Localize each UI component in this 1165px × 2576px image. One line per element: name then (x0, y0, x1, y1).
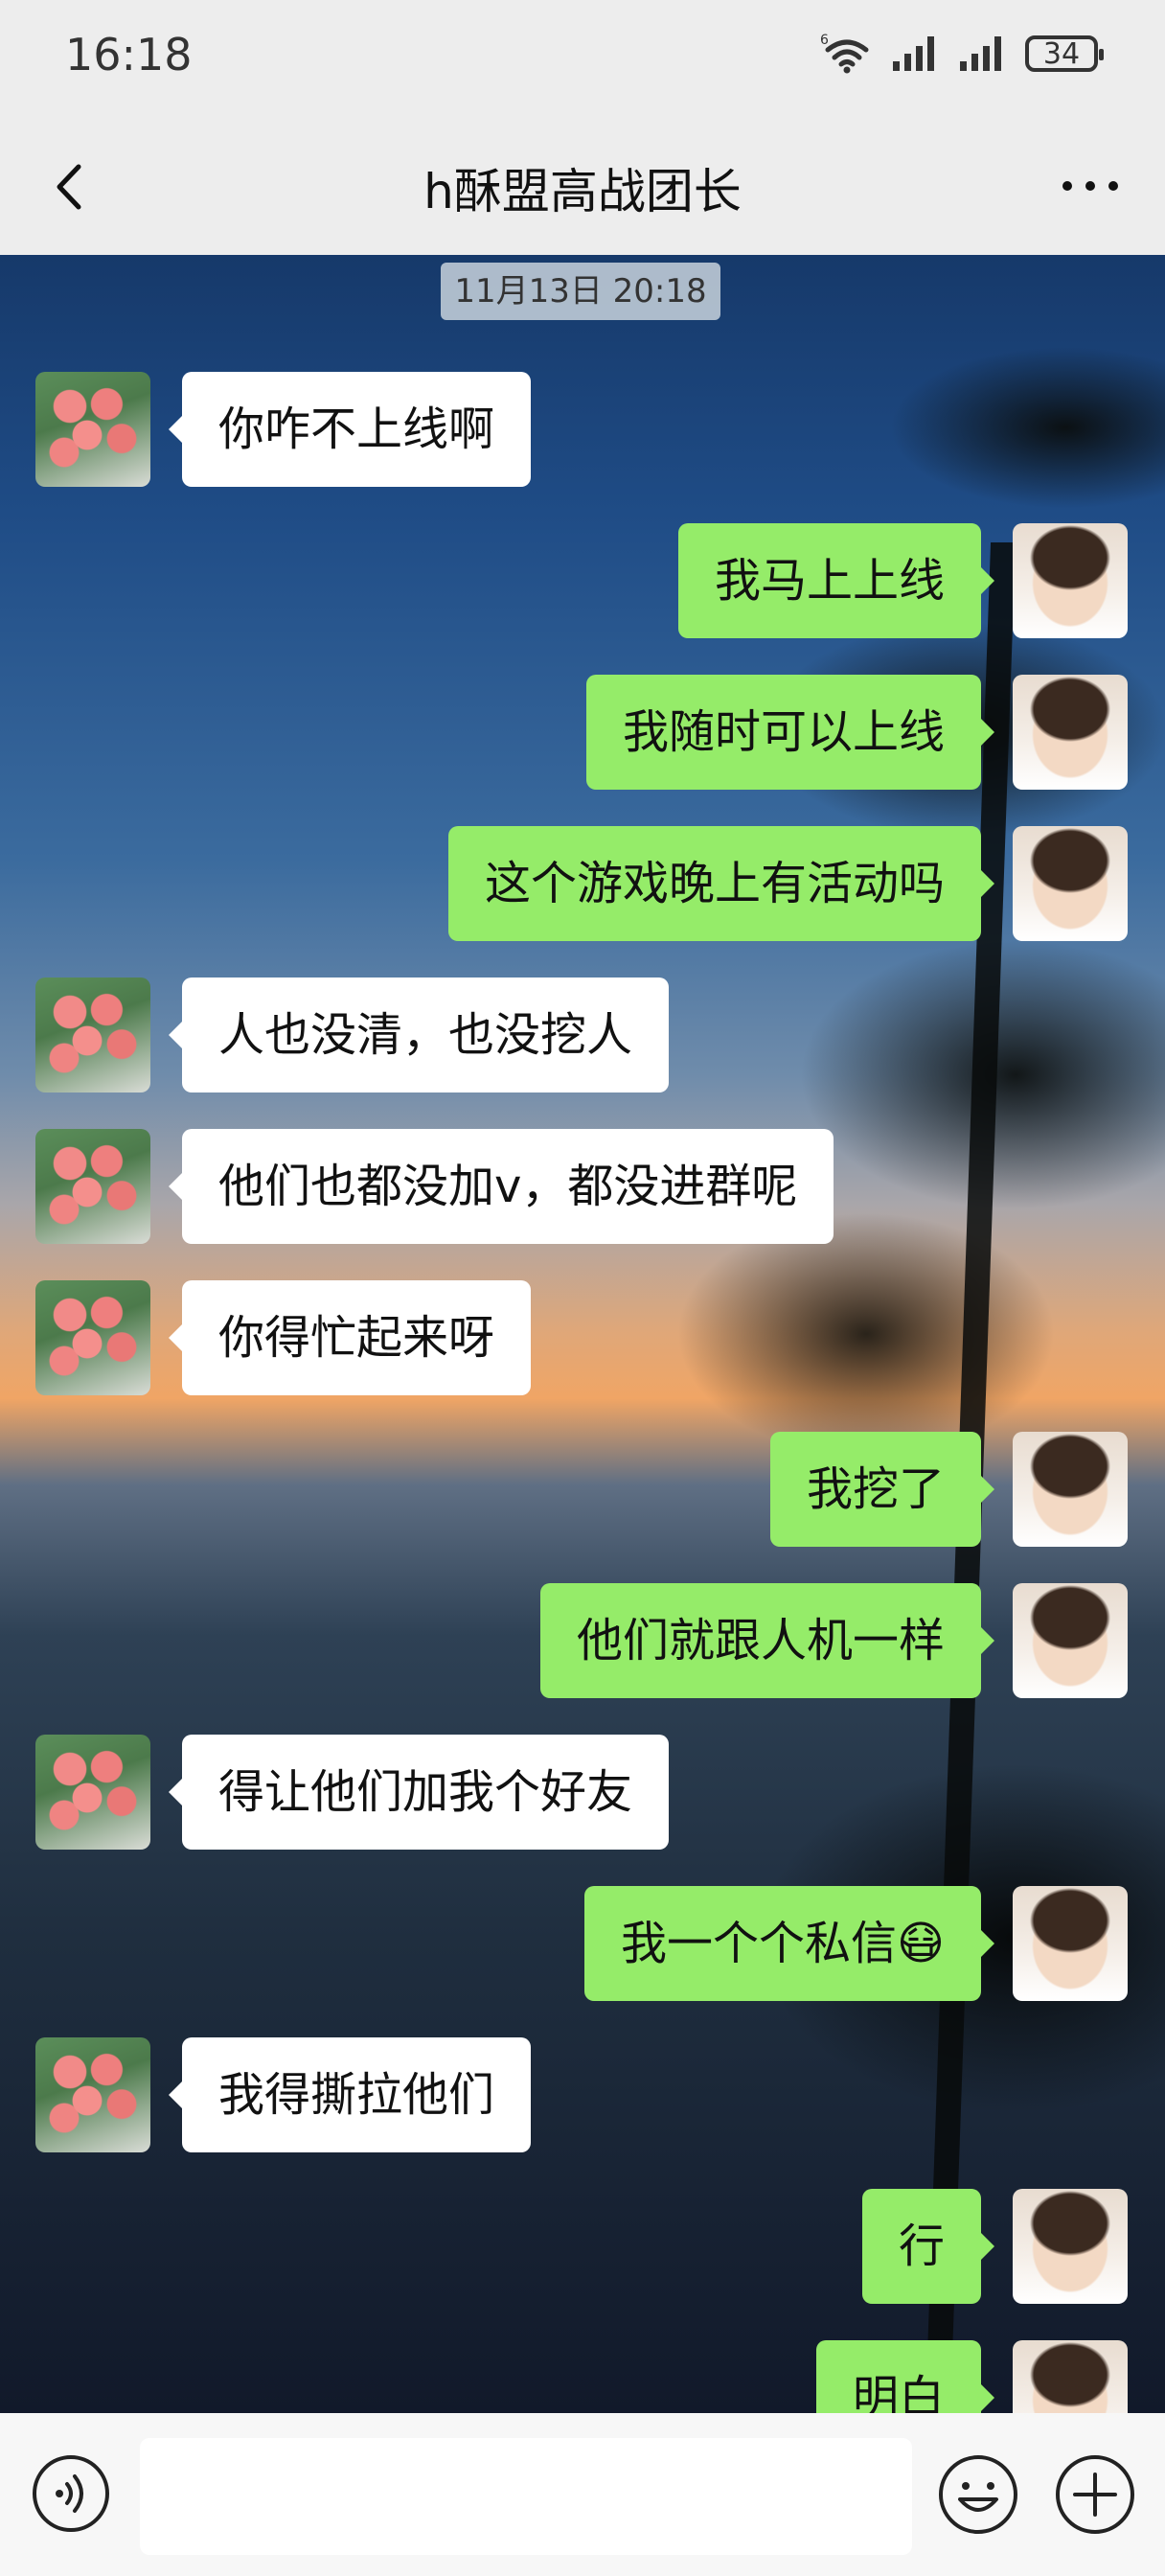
message-bubble-sent[interactable]: 明白 (815, 2340, 995, 2413)
message-row: 我一个个私信😷 (0, 1886, 1165, 2001)
self-avatar[interactable] (1013, 1583, 1128, 1698)
nav-bar: h酥盟高战团长 (0, 119, 1165, 255)
message-row: 得让他们加我个好友 (0, 1735, 1165, 1850)
plus-icon[interactable] (1054, 2453, 1136, 2536)
self-avatar[interactable] (1013, 826, 1128, 941)
contact-avatar[interactable] (35, 978, 150, 1092)
message-bubble-sent[interactable]: 我随时可以上线 (585, 675, 995, 790)
self-avatar[interactable] (1013, 1886, 1128, 2001)
status-time: 16:18 (65, 29, 193, 80)
message-row: 我马上上线 (0, 523, 1165, 638)
message-bubble-received[interactable]: 他们也都没加v，都没进群呢 (168, 1129, 834, 1244)
chat-title: h酥盟高战团长 (423, 164, 742, 219)
self-avatar[interactable] (1013, 2189, 1128, 2304)
message-bubble-sent[interactable]: 行 (861, 2189, 995, 2304)
signal-icon-1 (893, 36, 934, 71)
emoji-icon[interactable] (937, 2453, 1019, 2536)
input-bar (0, 2413, 1165, 2576)
message-bubble-received[interactable]: 得让他们加我个好友 (168, 1735, 670, 1850)
more-dots-icon[interactable] (1052, 157, 1129, 215)
contact-avatar[interactable] (35, 1129, 150, 1244)
chat-timestamp: 11月13日 20:18 (441, 263, 720, 320)
wifi-icon: 6 (820, 33, 869, 74)
battery-icon: 34 (1025, 35, 1104, 72)
message-row: 人也没清，也没挖人 (0, 978, 1165, 1092)
network-type-label: 6 (820, 33, 829, 48)
message-row: 你咋不上线啊 (0, 372, 1165, 487)
contact-avatar[interactable] (35, 1280, 150, 1395)
contact-avatar[interactable] (35, 1735, 150, 1850)
message-bubble-sent[interactable]: 我挖了 (769, 1432, 995, 1547)
message-row: 这个游戏晚上有活动吗 (0, 826, 1165, 941)
message-row: 他们就跟人机一样 (0, 1583, 1165, 1698)
message-row: 你得忙起来呀 (0, 1280, 1165, 1395)
contact-avatar[interactable] (35, 372, 150, 487)
message-bubble-sent[interactable]: 我一个个私信😷 (583, 1886, 995, 2001)
message-bubble-sent[interactable]: 我马上上线 (677, 523, 995, 638)
contact-avatar[interactable] (35, 2037, 150, 2152)
message-row: 我挖了 (0, 1432, 1165, 1547)
status-bar: 16:18 6 34 (0, 0, 1165, 119)
self-avatar[interactable] (1013, 523, 1128, 638)
message-row: 行 (0, 2189, 1165, 2304)
message-row: 我随时可以上线 (0, 675, 1165, 790)
signal-icon-2 (960, 36, 1001, 71)
self-avatar[interactable] (1013, 1432, 1128, 1547)
message-bubble-received[interactable]: 你咋不上线啊 (168, 372, 532, 487)
battery-level: 34 (1042, 36, 1081, 71)
message-row: 他们也都没加v，都没进群呢 (0, 1129, 1165, 1244)
message-bubble-sent[interactable]: 这个游戏晚上有活动吗 (447, 826, 995, 941)
message-input[interactable] (140, 2438, 912, 2555)
message-row: 我得撕拉他们 (0, 2037, 1165, 2152)
message-bubble-received[interactable]: 你得忙起来呀 (168, 1280, 532, 1395)
message-bubble-sent[interactable]: 他们就跟人机一样 (539, 1583, 995, 1698)
voice-icon[interactable] (31, 2453, 111, 2534)
self-avatar[interactable] (1013, 2340, 1128, 2413)
message-row: 明白 (0, 2340, 1165, 2413)
chat-area[interactable]: 11月13日 20:18 你咋不上线啊 我马上上线 我随时可以上线 这个游戏晚上… (0, 255, 1165, 2413)
message-bubble-received[interactable]: 人也没清，也没挖人 (168, 978, 670, 1092)
self-avatar[interactable] (1013, 675, 1128, 790)
message-bubble-received[interactable]: 我得撕拉他们 (168, 2037, 532, 2152)
status-icons: 6 34 (820, 33, 1104, 75)
